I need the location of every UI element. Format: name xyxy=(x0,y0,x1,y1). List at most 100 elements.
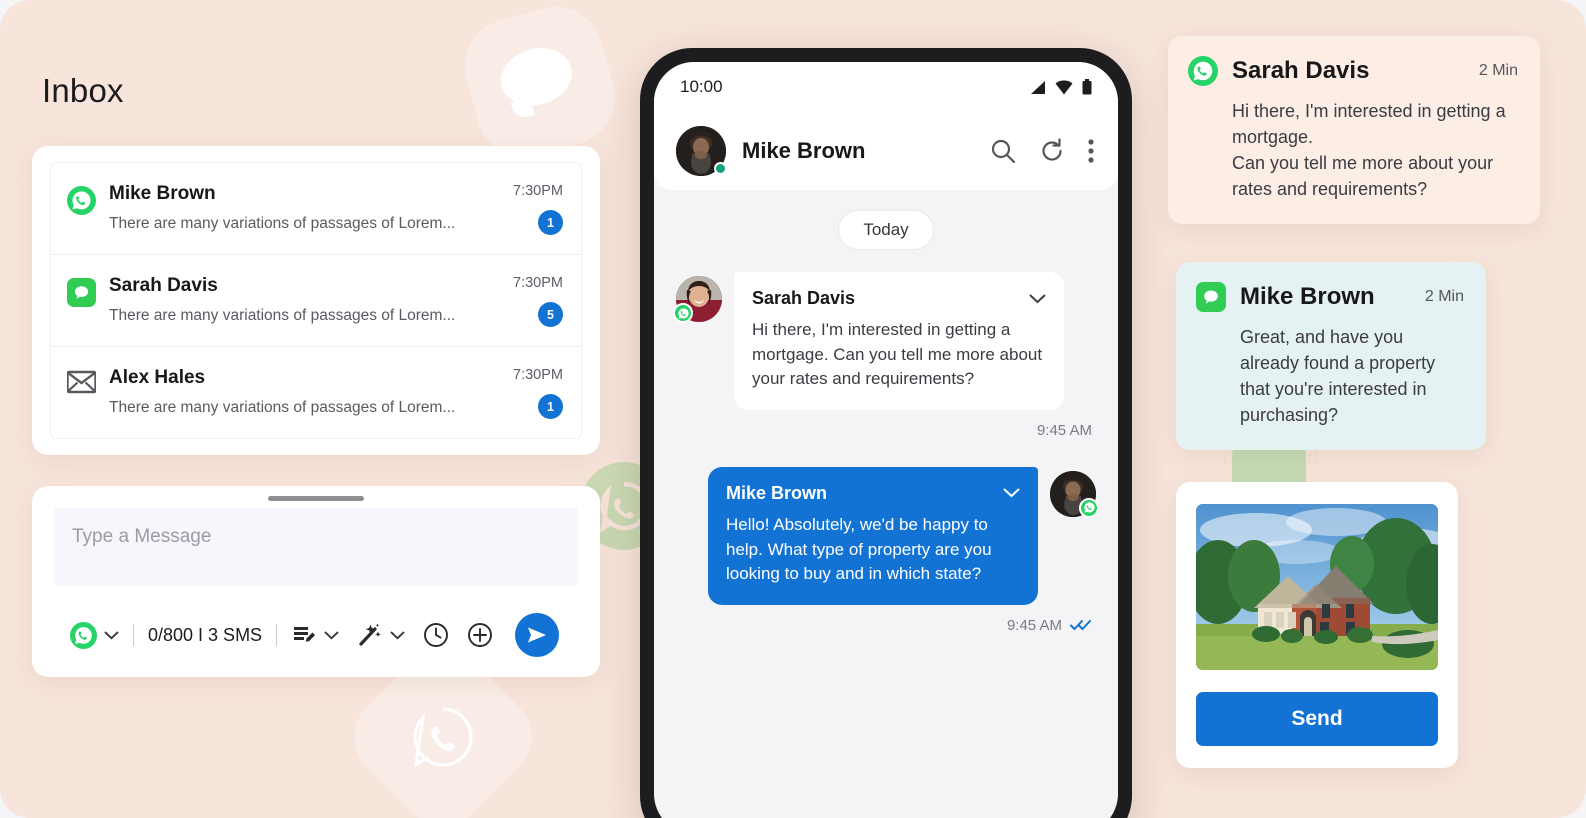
contact-name: Mike Brown xyxy=(109,183,216,204)
list-item-content: Sarah Davis There are many variations of… xyxy=(97,274,503,325)
inbox-card: Mike Brown There are many variations of … xyxy=(32,146,600,456)
contact-name: Alex Hales xyxy=(109,367,206,389)
avatar[interactable] xyxy=(1050,470,1099,518)
whatsapp-icon xyxy=(1079,497,1099,518)
send-icon xyxy=(526,624,548,646)
message-meta: 9:45 AM xyxy=(676,617,1096,634)
list-item-content: Mike Brown There are many variations of … xyxy=(97,182,503,233)
notification-card[interactable]: Mike Brown 2 Min Great, and have you alr… xyxy=(1176,262,1486,451)
message-snippet: There are many variations of passages of… xyxy=(109,214,456,232)
whatsapp-icon xyxy=(673,303,693,323)
wifi-icon xyxy=(1055,79,1073,95)
house-photo xyxy=(1196,504,1438,670)
template-icon xyxy=(291,622,317,648)
template-selector[interactable] xyxy=(291,622,339,648)
online-indicator xyxy=(714,162,727,175)
message-header: Mike Brown xyxy=(726,483,1020,504)
notification-body: Hi there, I'm interested in getting a mo… xyxy=(1232,101,1506,200)
list-item-meta: 7:30PM 1 xyxy=(503,182,563,236)
message-text: Hello! Absolutely, we'd be happy to help… xyxy=(726,514,992,584)
chevron-down-icon[interactable] xyxy=(104,631,119,640)
list-item[interactable]: Alex Hales There are many variations of … xyxy=(51,347,581,439)
sms-icon xyxy=(67,278,97,308)
app-canvas: Inbox Mike Brown There are many variatio… xyxy=(0,0,1586,818)
divider xyxy=(133,624,134,646)
notification-header: Sarah Davis 2 Min xyxy=(1188,56,1518,86)
chat-messages: Today Sarah Davis Hi there, I'm interest… xyxy=(654,190,1118,634)
notification-header: Mike Brown 2 Min xyxy=(1196,282,1464,312)
inbox-list: Mike Brown There are many variations of … xyxy=(50,162,582,440)
email-icon xyxy=(67,370,97,394)
refresh-icon[interactable] xyxy=(1039,138,1065,164)
ai-assist-selector[interactable] xyxy=(357,622,405,648)
chat-contact-name: Mike Brown xyxy=(742,138,866,163)
left-panel: Inbox Mike Brown There are many variatio… xyxy=(0,0,630,818)
signal-icon xyxy=(1029,80,1046,95)
divider xyxy=(276,624,278,646)
chevron-down-icon[interactable] xyxy=(1029,294,1046,304)
message-meta: 9:45 AM xyxy=(676,422,1096,439)
unread-badge: 1 xyxy=(538,394,563,420)
send-button[interactable] xyxy=(515,613,560,657)
notification-time: 2 Min xyxy=(1478,62,1518,79)
notification-sender: Sarah Davis xyxy=(1232,57,1370,84)
list-item-meta: 7:30PM 5 xyxy=(503,274,563,328)
timestamp: 9:45 AM xyxy=(1006,616,1062,634)
status-bar: 10:00 xyxy=(654,62,1118,112)
page-title: Inbox xyxy=(42,72,124,109)
notification-sender: Mike Brown xyxy=(1240,283,1375,310)
day-divider: Today xyxy=(676,210,1096,250)
avatar[interactable] xyxy=(673,276,722,323)
list-item-content: Alex Hales There are many variations of … xyxy=(97,366,503,417)
sms-icon xyxy=(1196,282,1226,312)
notification-body: Great, and have you already found a prop… xyxy=(1240,327,1436,426)
send-button[interactable]: Send xyxy=(1196,692,1438,746)
list-item[interactable]: Sarah Davis There are many variations of… xyxy=(51,255,581,348)
chat-header-actions xyxy=(990,138,1094,164)
property-card: Send xyxy=(1176,482,1458,768)
avatar[interactable] xyxy=(676,126,727,176)
message-bubble: Sarah Davis Hi there, I'm interested in … xyxy=(734,272,1064,410)
message-input[interactable] xyxy=(54,508,578,586)
channel-selector[interactable] xyxy=(70,621,119,649)
character-counter: 0/800 I 3 SMS xyxy=(148,624,263,645)
unread-badge: 1 xyxy=(538,210,563,236)
read-receipt-icon xyxy=(1070,619,1092,631)
timestamp: 7:30PM xyxy=(513,367,563,384)
notification-time: 2 Min xyxy=(1424,288,1464,305)
contact-name: Sarah Davis xyxy=(109,275,218,297)
timestamp: 7:30PM xyxy=(513,183,563,199)
notification-card[interactable]: Sarah Davis 2 Min Hi there, I'm interest… xyxy=(1168,36,1540,225)
magic-wand-icon xyxy=(357,622,383,648)
chevron-down-icon[interactable] xyxy=(1003,488,1020,498)
clock-icon[interactable] xyxy=(423,622,449,648)
timestamp: 9:45 AM xyxy=(1036,421,1092,439)
resize-handle[interactable] xyxy=(268,496,364,501)
message-snippet: There are many variations of passages of… xyxy=(109,306,456,324)
chevron-down-icon[interactable] xyxy=(324,631,339,640)
phone-mockup: 10:00 Mike Brown Today Sarah Davis Hi th… xyxy=(640,48,1132,818)
whatsapp-icon xyxy=(67,186,97,215)
search-icon[interactable] xyxy=(990,138,1016,164)
list-item[interactable]: Mike Brown There are many variations of … xyxy=(51,163,581,256)
chat-header: Mike Brown xyxy=(654,112,1118,190)
message-sender: Sarah Davis xyxy=(752,288,856,308)
phone-screen: 10:00 Mike Brown Today Sarah Davis Hi th… xyxy=(654,62,1118,818)
unread-badge: 5 xyxy=(538,302,563,328)
message-text: Hi there, I'm interested in getting a mo… xyxy=(752,320,1043,389)
message-header: Sarah Davis xyxy=(752,288,1046,309)
composer-toolbar: 0/800 I 3 SMS xyxy=(54,613,578,657)
message-snippet: There are many variations of passages of… xyxy=(109,399,456,416)
message-incoming: Sarah Davis Hi there, I'm interested in … xyxy=(673,272,1096,410)
message-composer: 0/800 I 3 SMS xyxy=(32,486,600,677)
list-item-meta: 7:30PM 1 xyxy=(503,366,563,420)
battery-icon xyxy=(1082,79,1092,95)
whatsapp-icon xyxy=(70,621,97,649)
status-time: 10:00 xyxy=(680,77,723,96)
day-divider-label: Today xyxy=(838,210,934,250)
message-sender: Mike Brown xyxy=(726,482,828,503)
chevron-down-icon[interactable] xyxy=(390,631,405,640)
timestamp: 7:30PM xyxy=(513,275,563,292)
more-vertical-icon[interactable] xyxy=(1088,139,1094,163)
plus-circle-icon[interactable] xyxy=(467,622,493,648)
